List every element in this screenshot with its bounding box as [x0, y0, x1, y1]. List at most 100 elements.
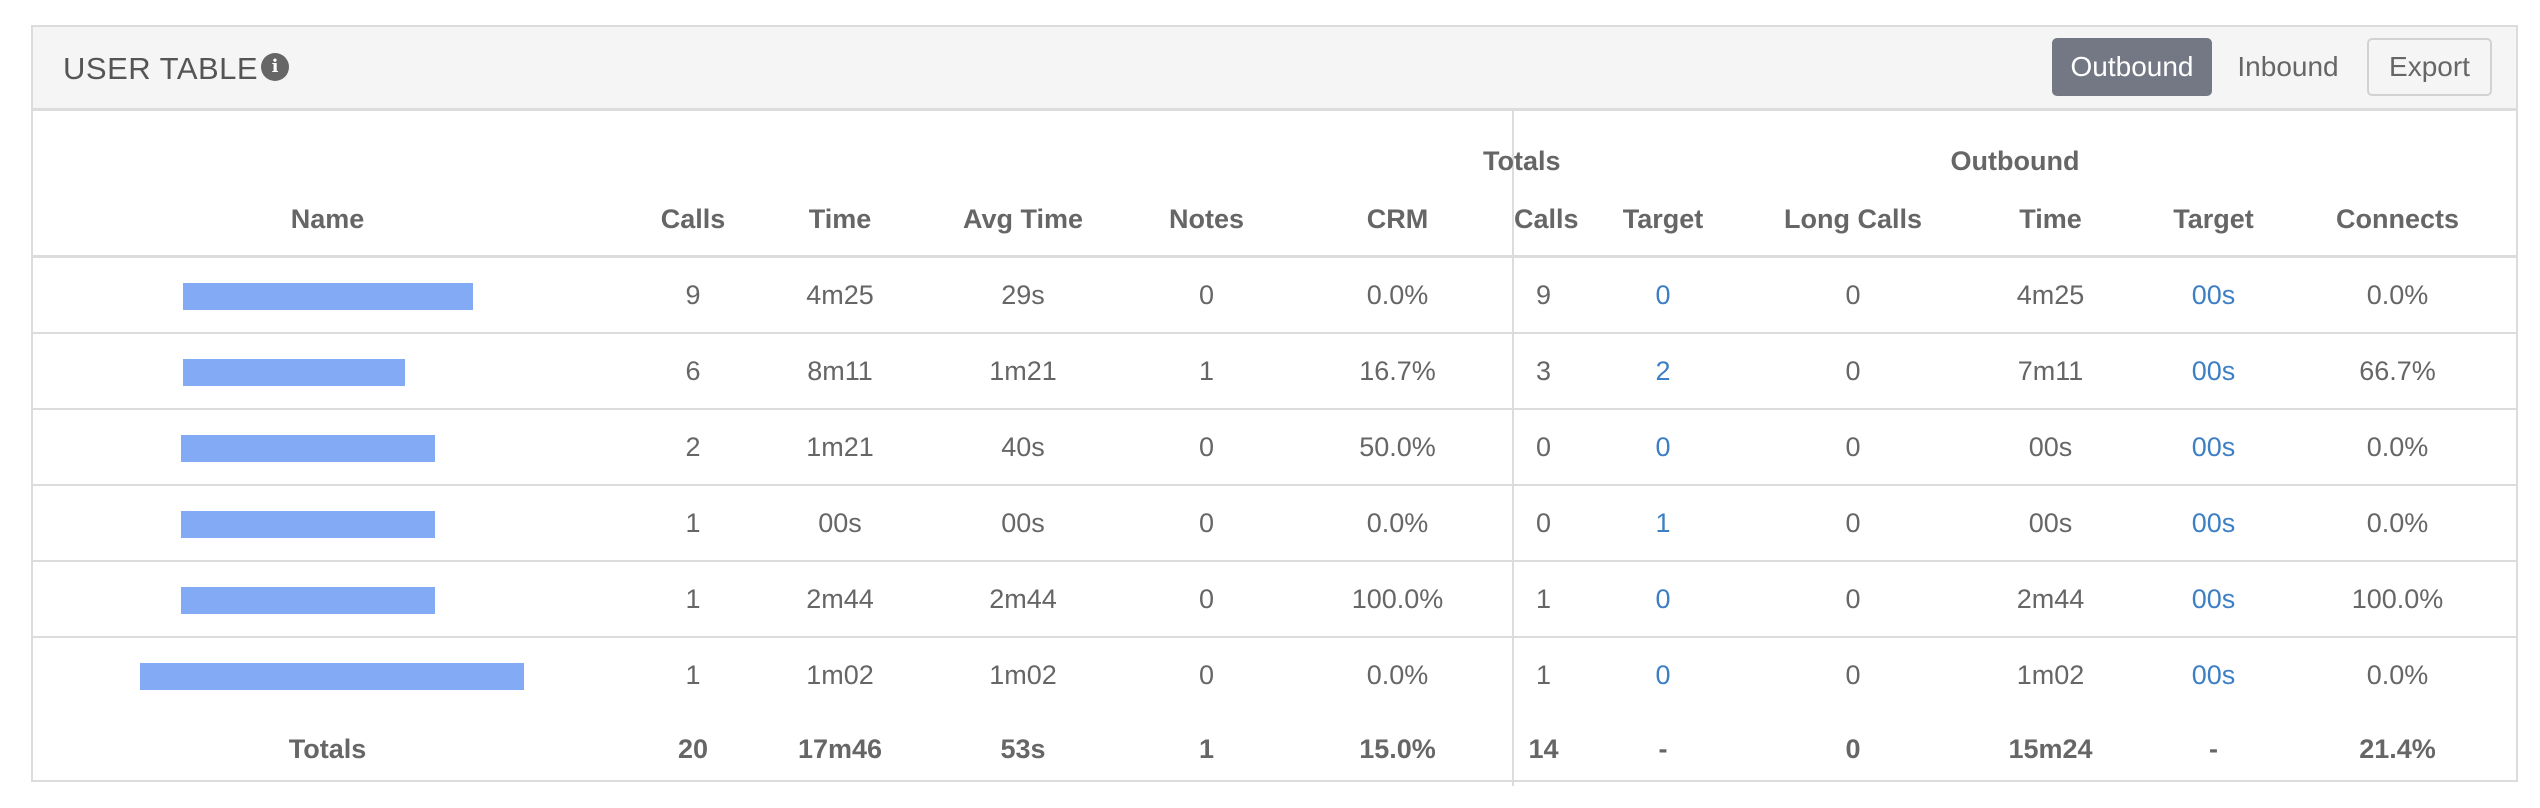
- panel-title: USER TABLE: [63, 51, 259, 86]
- totals-label: Totals: [288, 733, 367, 764]
- user-connects: 0.0%: [2279, 409, 2517, 486]
- user-crm: 50.0%: [1283, 409, 1514, 486]
- user-long-calls: 0: [1753, 561, 1954, 638]
- info-icon[interactable]: i: [261, 53, 289, 81]
- column-header-outbound-time[interactable]: Time: [1953, 183, 2149, 258]
- user-outbound-target[interactable]: 0: [1573, 256, 1754, 334]
- user-outbound-target[interactable]: 2: [1573, 333, 1754, 410]
- column-header-time[interactable]: Time: [764, 183, 916, 258]
- column-header-outbound-calls[interactable]: Calls: [1512, 183, 1579, 258]
- user-calls: 1: [622, 485, 764, 562]
- user-long-calls: 0: [1753, 409, 1954, 486]
- user-name-cell[interactable]: [33, 333, 622, 410]
- user-avg-time: 2m44: [916, 561, 1130, 638]
- redacted-user-name: [180, 586, 435, 614]
- user-time: 00s: [764, 485, 916, 562]
- export-button[interactable]: Export: [2367, 38, 2492, 96]
- table-row: 1 1m02 1m02 0 0.0% 1 0 0 1m02 00s 0.0%: [33, 637, 2516, 712]
- user-table: Totals Outbound Name Calls Time Avg Time…: [33, 111, 2517, 786]
- user-crm: 0.0%: [1283, 256, 1514, 334]
- total-time-target: -: [2209, 733, 2219, 764]
- user-outbound-calls: 0: [1512, 485, 1574, 562]
- user-name-cell[interactable]: [33, 409, 622, 486]
- user-outbound-target[interactable]: 0: [1573, 637, 1753, 712]
- user-avg-time: 1m02: [989, 659, 1057, 690]
- total-outbound-calls: 14: [1512, 712, 1574, 786]
- user-table-panel: USER TABLE i Outbound Inbound Export Tot…: [31, 25, 2518, 786]
- user-time-target[interactable]: 00s: [2148, 485, 2280, 562]
- user-avg-time: 29s: [916, 256, 1130, 334]
- outbound-button[interactable]: Outbound: [2052, 38, 2212, 96]
- user-crm: 100.0%: [1283, 561, 1514, 638]
- column-header-outbound-target[interactable]: Target: [1573, 183, 1754, 258]
- user-time: 4m25: [764, 256, 916, 334]
- total-notes: 1: [1198, 733, 1215, 764]
- table-row: 1 2m44 2m44 0 100.0% 1 0 0 2m44 00s 100.0%: [33, 561, 2517, 638]
- user-name-cell[interactable]: [33, 485, 622, 562]
- user-long-calls: 0: [1753, 333, 1954, 410]
- user-outbound-time: 00s: [1953, 409, 2149, 486]
- user-crm: 16.7%: [1283, 333, 1514, 410]
- column-header-notes[interactable]: Notes: [1130, 183, 1283, 258]
- column-header-long-calls[interactable]: Long Calls: [1753, 183, 1954, 258]
- user-connects: 100.0%: [2279, 561, 2517, 638]
- user-outbound-target[interactable]: 0: [1573, 409, 1754, 486]
- column-header-crm[interactable]: CRM: [1283, 183, 1514, 258]
- redacted-user-name: [182, 358, 405, 386]
- column-header-name[interactable]: Name: [33, 183, 622, 258]
- user-long-calls: 0: [1753, 485, 1954, 562]
- user-time: 1m21: [764, 409, 916, 486]
- user-crm: 0.0%: [1366, 659, 1429, 690]
- user-notes: 0: [1130, 561, 1283, 638]
- user-notes: 0: [1198, 659, 1215, 690]
- redacted-user-name: [139, 662, 524, 690]
- user-connects: 66.7%: [2279, 333, 2517, 410]
- user-calls: 1: [622, 561, 764, 638]
- total-crm: 15.0%: [1359, 733, 1436, 764]
- user-outbound-time: 7m11: [1953, 333, 2149, 410]
- user-notes: 0: [1130, 485, 1283, 562]
- user-connects: 0.0%: [2366, 659, 2429, 690]
- user-outbound-target[interactable]: 1: [1573, 485, 1754, 562]
- user-outbound-time: 2m44: [1953, 561, 2149, 638]
- totals-row: Totals 20 17m46 53s 1 15.0% 14 - 0 15m24…: [33, 712, 2516, 786]
- column-header-connects[interactable]: Connects: [2279, 183, 2517, 258]
- user-notes: 1: [1130, 333, 1283, 410]
- user-long-calls: 0: [1845, 659, 1861, 690]
- user-notes: 0: [1130, 409, 1283, 486]
- user-time-target[interactable]: 00s: [2148, 333, 2280, 410]
- total-avg-time: 53s: [1000, 733, 1046, 764]
- user-outbound-calls: 3: [1512, 333, 1574, 410]
- redacted-user-name: [182, 282, 473, 310]
- user-name-cell[interactable]: [33, 561, 622, 638]
- user-time-target[interactable]: 00s: [2148, 561, 2280, 638]
- total-outbound-time: 15m24: [2008, 733, 2093, 764]
- user-connects: 0.0%: [2279, 485, 2517, 562]
- user-name-cell[interactable]: [33, 637, 622, 712]
- column-header-avg-time[interactable]: Avg Time: [916, 183, 1130, 258]
- user-connects: 0.0%: [2279, 256, 2517, 334]
- user-time: 8m11: [764, 333, 916, 410]
- table-row: 9 4m25 29s 0 0.0% 9 0 0 4m25 00s 0.0%: [33, 256, 2517, 334]
- user-time-target[interactable]: 00s: [2148, 256, 2280, 334]
- table-row: 1 00s 00s 0 0.0% 0 1 0 00s 00s 0.0%: [33, 485, 2517, 562]
- user-time: 2m44: [764, 561, 916, 638]
- user-time-target[interactable]: 00s: [2148, 637, 2279, 712]
- user-outbound-target[interactable]: 0: [1573, 561, 1754, 638]
- inbound-button[interactable]: Inbound: [2218, 38, 2358, 96]
- user-outbound-time: 1m02: [2016, 659, 2085, 690]
- user-calls: 6: [622, 333, 764, 410]
- total-calls: 20: [677, 733, 709, 764]
- user-avg-time: 1m21: [916, 333, 1130, 410]
- user-avg-time: 00s: [916, 485, 1130, 562]
- user-time: 1m02: [806, 659, 874, 690]
- redacted-user-name: [180, 434, 435, 462]
- column-header-calls[interactable]: Calls: [622, 183, 764, 258]
- user-long-calls: 0: [1753, 256, 1954, 334]
- redacted-user-name: [180, 510, 435, 538]
- user-time-target[interactable]: 00s: [2148, 409, 2280, 486]
- user-name-cell[interactable]: [33, 256, 622, 334]
- column-header-time-target[interactable]: Target: [2148, 183, 2280, 258]
- user-avg-time: 40s: [916, 409, 1130, 486]
- total-long-calls: 0: [1845, 733, 1861, 764]
